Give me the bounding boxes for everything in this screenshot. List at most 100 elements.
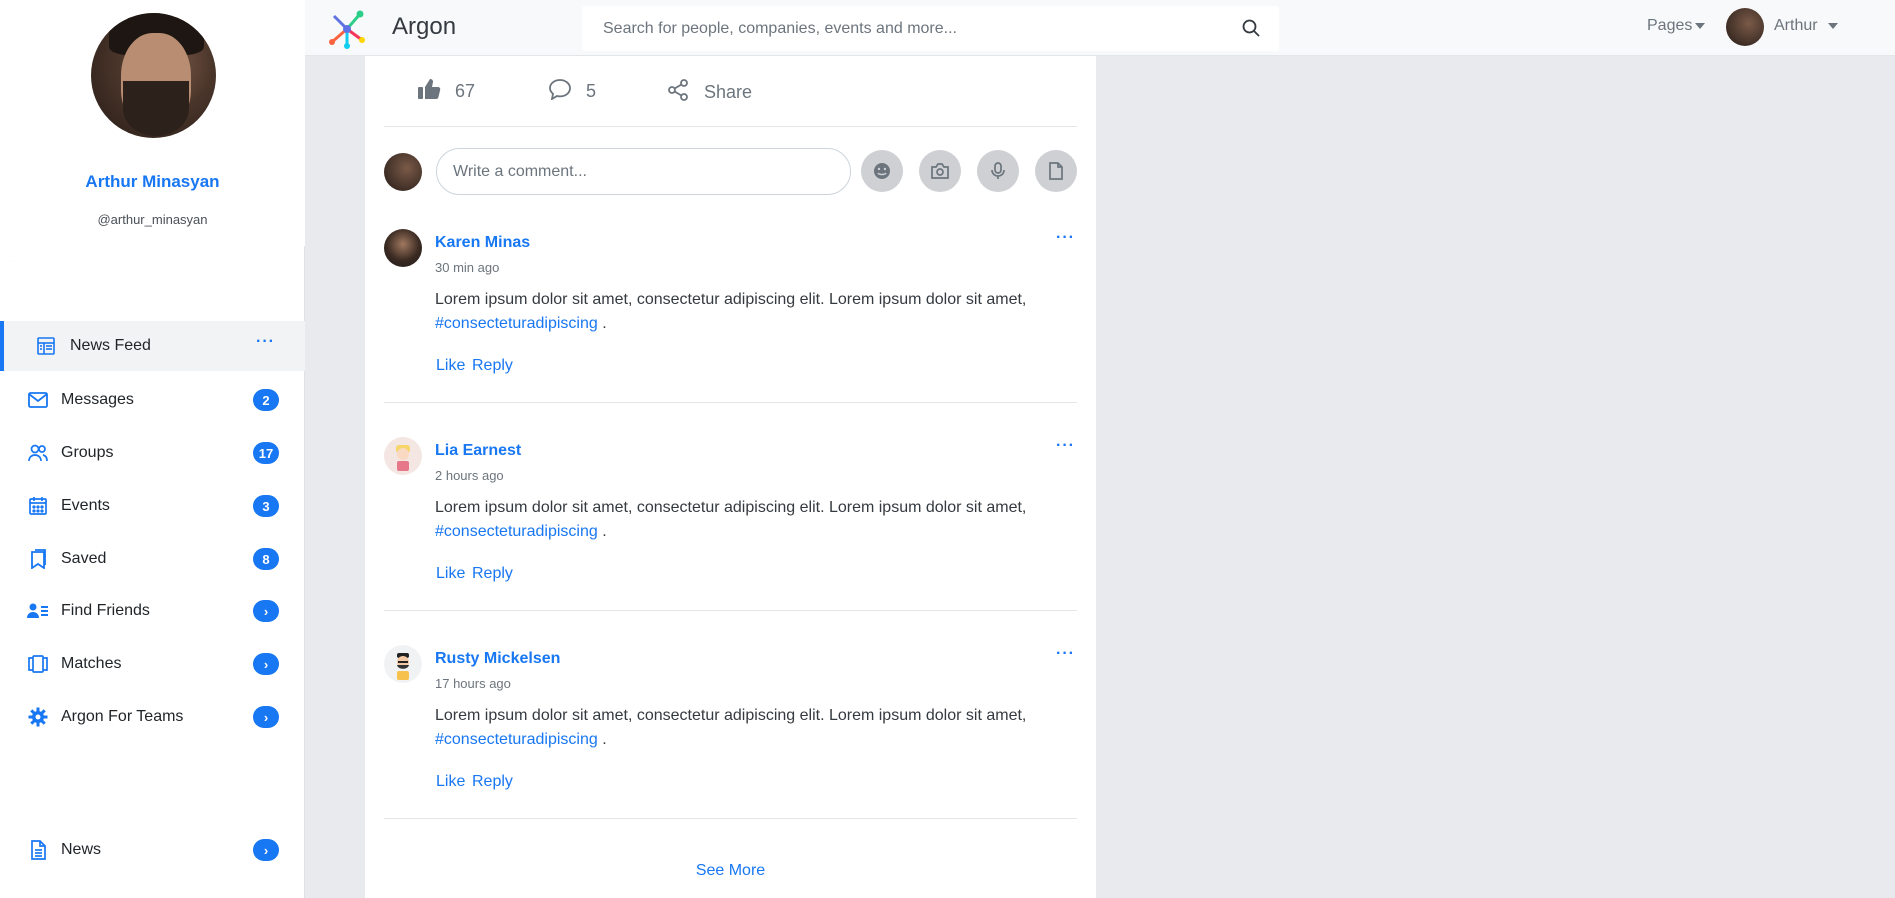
mail-icon xyxy=(27,389,49,411)
pages-dropdown[interactable]: Pages xyxy=(1647,17,1706,35)
sidebar-item-label: News xyxy=(61,841,102,858)
sidebar-item-label: Events xyxy=(61,497,110,514)
more-icon[interactable]: ··· xyxy=(1056,229,1075,247)
newsfeed-icon xyxy=(35,335,57,357)
more-icon[interactable]: ··· xyxy=(256,333,275,351)
brand-name[interactable]: Argon xyxy=(392,13,456,41)
bookmark-icon xyxy=(27,548,49,570)
see-more-link[interactable]: See More xyxy=(365,862,1096,880)
camera-icon[interactable] xyxy=(919,150,961,192)
sidebar-item-label: Argon For Teams xyxy=(61,708,184,725)
document-icon xyxy=(27,839,49,861)
profile-handle: @arthur_minasyan xyxy=(97,212,208,227)
chevron-right-icon[interactable]: › xyxy=(253,839,279,861)
search-icon[interactable] xyxy=(1241,18,1263,40)
caret-down-icon xyxy=(1695,22,1706,29)
chevron-right-icon[interactable]: › xyxy=(253,706,279,728)
search-input[interactable] xyxy=(582,6,1222,51)
sidebar-item-saved[interactable]: Saved 8 xyxy=(0,534,305,584)
sidebar-item-news-feed[interactable]: News Feed ··· xyxy=(0,321,305,371)
argon-logo-icon[interactable] xyxy=(326,8,368,50)
chevron-right-icon[interactable]: › xyxy=(253,600,279,622)
more-icon[interactable]: ··· xyxy=(1056,645,1075,663)
commenter-avatar[interactable] xyxy=(384,437,422,475)
like-link[interactable]: Like xyxy=(436,357,465,375)
divider xyxy=(384,610,1077,611)
user-dropdown[interactable]: Arthur xyxy=(1774,17,1838,35)
microphone-icon[interactable] xyxy=(977,150,1019,192)
sidebar-item-groups[interactable]: Groups 17 xyxy=(0,428,305,478)
reply-link[interactable]: Reply xyxy=(472,565,513,583)
comments-count: 5 xyxy=(586,81,597,101)
hashtag-link[interactable]: #consecteturadipiscing xyxy=(435,315,598,332)
count-badge: 2 xyxy=(253,389,279,411)
calendar-icon xyxy=(27,495,49,517)
top-navbar: Argon Pages Arthur xyxy=(305,0,1895,56)
pages-label: Pages xyxy=(1647,17,1693,34)
chevron-right-icon[interactable]: › xyxy=(253,653,279,675)
hashtag-link[interactable]: #consecteturadipiscing xyxy=(435,731,598,748)
post-panel: 67 5 Share Write a comment... Karen Mina… xyxy=(365,56,1096,898)
sidebar-item-label: Messages xyxy=(61,391,134,408)
comment-item: Lia Earnest 2 hours ago ··· Lorem ipsum … xyxy=(384,437,1077,645)
share-label: Share xyxy=(704,82,753,102)
comments-button[interactable]: 5 xyxy=(548,78,596,105)
likes-count: 67 xyxy=(455,81,476,101)
sidebar-item-events[interactable]: Events 3 xyxy=(0,481,305,531)
comment-time: 2 hours ago xyxy=(435,468,504,483)
cards-icon xyxy=(27,653,49,675)
thumbs-up-icon xyxy=(417,78,455,105)
comment-bubble-icon xyxy=(548,78,586,105)
commenter-name[interactable]: Karen Minas xyxy=(435,234,530,252)
like-link[interactable]: Like xyxy=(436,773,465,791)
comment-item: Karen Minas 30 min ago ··· Lorem ipsum d… xyxy=(384,229,1077,437)
more-icon[interactable]: ··· xyxy=(1056,437,1075,455)
share-icon xyxy=(666,78,704,107)
post-actions: 67 5 Share xyxy=(365,56,1096,126)
profile-avatar[interactable] xyxy=(91,13,216,138)
divider xyxy=(384,126,1077,127)
sidebar-item-messages[interactable]: Messages 2 xyxy=(0,375,305,425)
emoji-icon[interactable] xyxy=(861,150,903,192)
commenter-avatar[interactable] xyxy=(384,645,422,683)
sidebar-item-label: Matches xyxy=(61,655,122,672)
user-label: Arthur xyxy=(1774,17,1818,34)
commenter-name[interactable]: Lia Earnest xyxy=(435,442,521,460)
commenter-name[interactable]: Rusty Mickelsen xyxy=(435,650,560,668)
sidebar-item-label: Find Friends xyxy=(61,602,150,619)
comment-text: Lorem ipsum dolor sit amet, consectetur … xyxy=(435,499,1027,540)
divider xyxy=(384,402,1077,403)
sidebar-item-label: Saved xyxy=(61,550,107,567)
sidebar-item-argon-for-teams[interactable]: Argon For Teams › xyxy=(0,692,305,742)
reply-link[interactable]: Reply xyxy=(472,773,513,791)
sidebar-item-label: Groups xyxy=(61,444,114,461)
like-button[interactable]: 67 xyxy=(417,78,475,105)
comment-text: Lorem ipsum dolor sit amet, consectetur … xyxy=(435,291,1027,332)
sidebar-item-find-friends[interactable]: Find Friends › xyxy=(0,586,305,636)
divider xyxy=(384,818,1077,819)
hashtag-link[interactable]: #consecteturadipiscing xyxy=(435,523,598,540)
like-link[interactable]: Like xyxy=(436,565,465,583)
user-list-icon xyxy=(27,600,49,622)
comment-composer xyxy=(384,146,1077,198)
file-icon[interactable] xyxy=(1035,150,1077,192)
reply-link[interactable]: Reply xyxy=(472,357,513,375)
comment-text: Lorem ipsum dolor sit amet, consectetur … xyxy=(435,707,1027,748)
sidebar: Arthur Minasyan @arthur_minasyan News Fe… xyxy=(0,0,305,898)
profile-name[interactable]: Arthur Minasyan xyxy=(0,172,305,192)
comment-input[interactable] xyxy=(436,148,851,195)
comment-item: Rusty Mickelsen 17 hours ago ··· Lorem i… xyxy=(384,645,1077,853)
count-badge: 8 xyxy=(253,548,279,570)
sidebar-item-label: News Feed xyxy=(70,337,151,354)
share-button[interactable]: Share xyxy=(666,78,752,107)
profile-card: Arthur Minasyan @arthur_minasyan xyxy=(0,0,305,262)
users-icon xyxy=(27,442,49,464)
search-bar xyxy=(582,6,1279,51)
comment-time: 17 hours ago xyxy=(435,676,511,691)
commenter-avatar[interactable] xyxy=(384,229,422,267)
user-avatar[interactable] xyxy=(1726,8,1764,46)
count-badge: 3 xyxy=(253,495,279,517)
gear-icon xyxy=(27,706,49,728)
sidebar-item-news[interactable]: News › xyxy=(0,825,305,875)
sidebar-item-matches[interactable]: Matches › xyxy=(0,639,305,689)
